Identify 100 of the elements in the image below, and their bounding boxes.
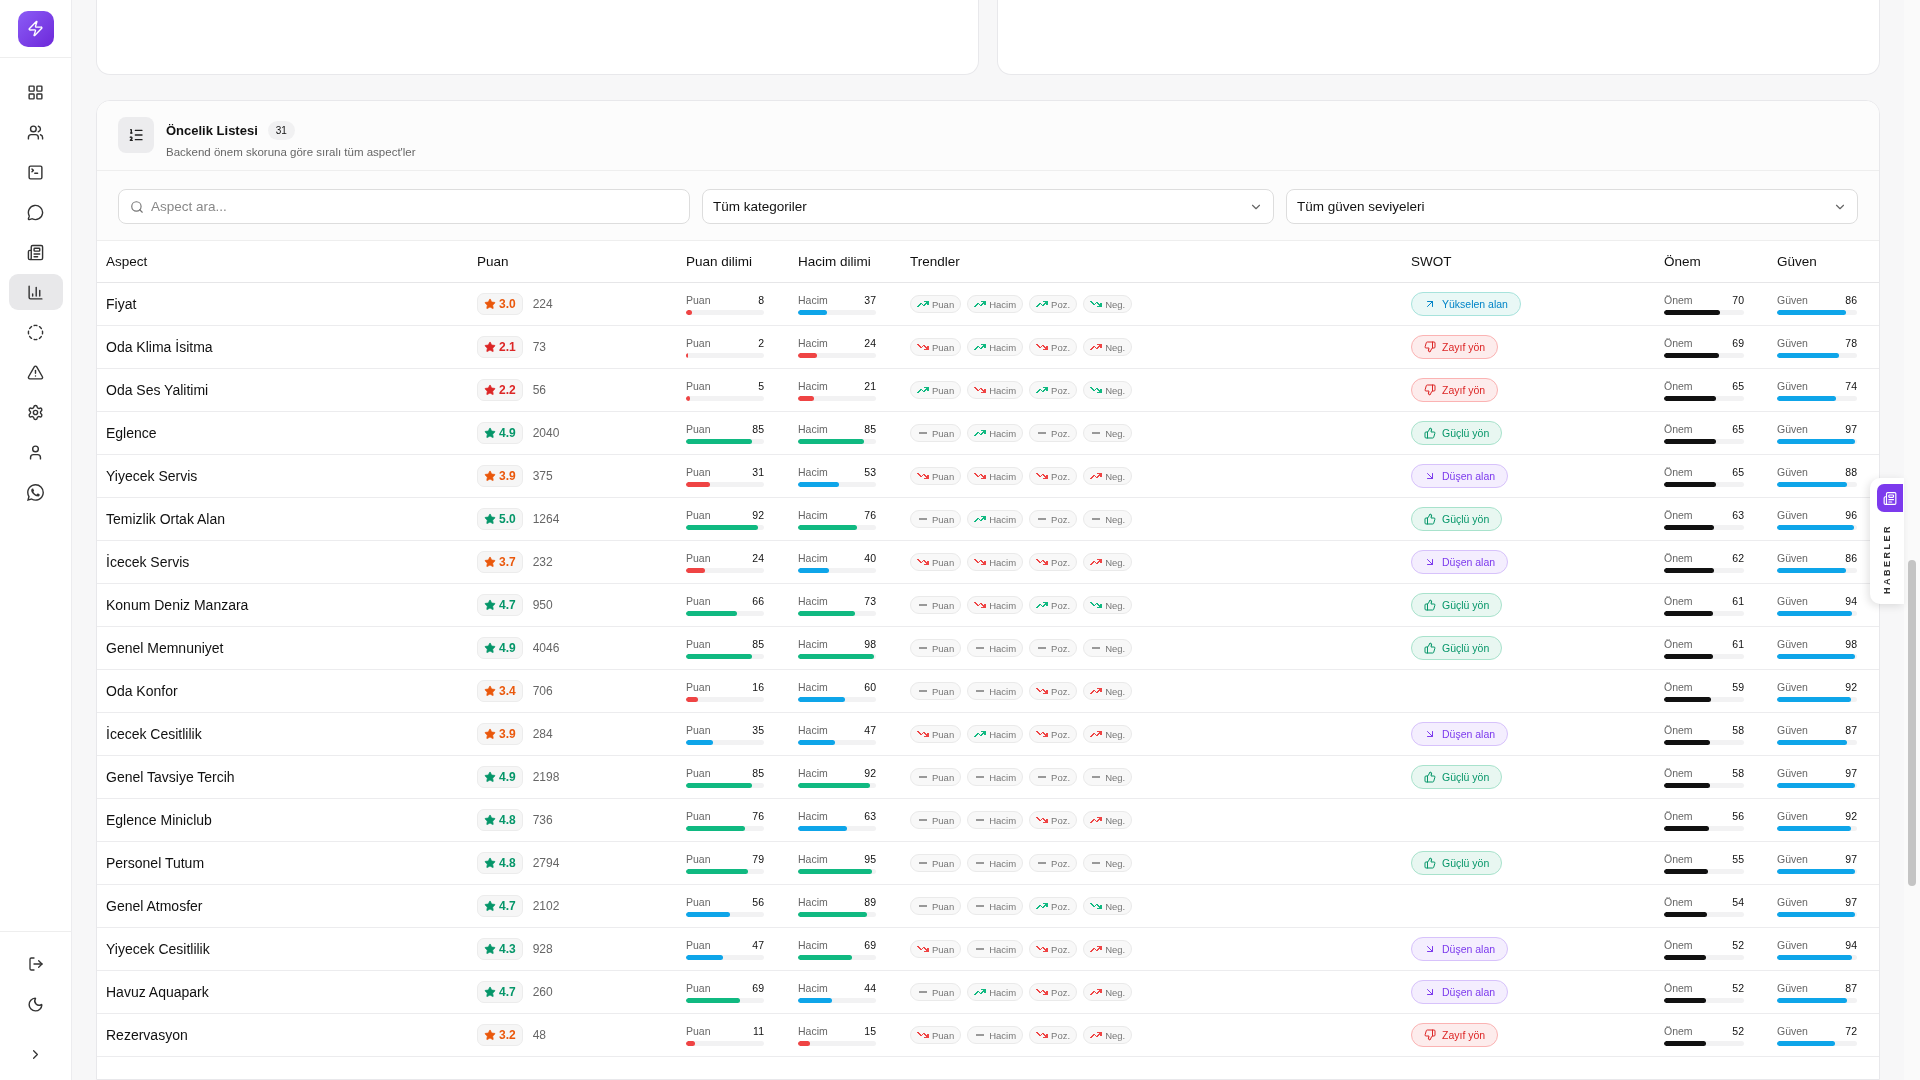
- importance-meter-label: Önem: [1664, 895, 1693, 908]
- aspect-name: Genel Atmosfer: [106, 898, 204, 914]
- trend-chip: Puan: [910, 811, 962, 829]
- aspect-name: İcecek Cesitlilik: [106, 726, 203, 742]
- trend-chip: Poz.: [1029, 983, 1078, 1001]
- rating-badge: 5.0: [477, 508, 523, 530]
- confidence-meter-label: Güven: [1777, 766, 1808, 779]
- trend-chip: Hacim: [967, 338, 1024, 356]
- card-subtitle: Backend önem skoruna göre sıralı tüm aspect'ler: [166, 146, 416, 158]
- score-slice-label: Puan: [686, 465, 711, 478]
- newspaper-icon[interactable]: [1877, 484, 1903, 512]
- volume-slice-value: 21: [864, 379, 876, 392]
- score-slice-label: Puan: [686, 852, 711, 865]
- aspect-name: Oda Klima İsitma: [106, 339, 214, 355]
- rating-badge: 3.7: [477, 551, 523, 573]
- search-field[interactable]: Aspect ara...: [118, 189, 690, 224]
- importance-meter-value: 61: [1732, 594, 1744, 607]
- confidence-meter-value: 72: [1845, 1024, 1857, 1037]
- score-slice-value: 8: [758, 293, 764, 306]
- count-badge: 31: [267, 121, 295, 140]
- bar-chart-icon[interactable]: [8, 274, 63, 310]
- swot-badge: Zayıf yön: [1411, 1023, 1499, 1047]
- review-count: 706: [532, 684, 553, 698]
- rating-badge: 2.1: [477, 336, 523, 358]
- importance-meter-value: 65: [1732, 465, 1744, 478]
- score-slice-value: 16: [752, 680, 764, 693]
- importance-meter-label: Önem: [1664, 379, 1693, 392]
- confidence-meter-label: Güven: [1777, 551, 1808, 564]
- card-title: Öncelik Listesi: [166, 123, 258, 138]
- news-side-tab[interactable]: HABERLER: [1870, 478, 1904, 604]
- volume-slice-label: Hacim: [798, 379, 828, 392]
- filter-dropdown[interactable]: Tüm kategoriler: [702, 189, 1274, 224]
- review-count: 375: [532, 469, 553, 483]
- trend-chip: Hacim: [967, 553, 1024, 571]
- trend-chip: Puan: [910, 553, 962, 571]
- score-slice-label: Puan: [686, 422, 711, 435]
- scrollbar-thumb[interactable]: [1908, 560, 1916, 886]
- trend-chip: Poz.: [1029, 940, 1078, 958]
- trend-chip: Puan: [910, 768, 962, 786]
- trend-chip: Hacim: [967, 510, 1024, 528]
- importance-meter-label: Önem: [1664, 637, 1693, 650]
- trend-chip: Neg.: [1083, 1026, 1133, 1044]
- filter-dropdown[interactable]: Tüm güven seviyeleri: [1286, 189, 1858, 224]
- star-icon: [484, 642, 496, 654]
- importance-meter-value: 69: [1732, 336, 1744, 349]
- score-slice-label: Puan: [686, 723, 711, 736]
- column-header: SWOT: [1411, 254, 1453, 269]
- swot-badge: Düşen alan: [1411, 937, 1509, 961]
- volume-slice-value: 53: [864, 465, 876, 478]
- confidence-meter-value: 98: [1845, 637, 1857, 650]
- swot-badge: Zayıf yön: [1411, 378, 1499, 402]
- star-icon: [484, 1029, 496, 1041]
- importance-meter-label: Önem: [1664, 422, 1693, 435]
- review-count: 1264: [532, 512, 560, 526]
- volume-slice-value: 85: [864, 422, 876, 435]
- importance-meter-label: Önem: [1664, 852, 1693, 865]
- review-count: 2040: [532, 426, 560, 440]
- importance-meter-value: 52: [1732, 1024, 1744, 1037]
- review-count: 736: [532, 813, 553, 827]
- volume-slice-value: 63: [864, 809, 876, 822]
- score-slice-label: Puan: [686, 895, 711, 908]
- column-header: Puan: [477, 254, 510, 269]
- star-icon: [484, 599, 496, 611]
- volume-slice-value: 47: [864, 723, 876, 736]
- score-slice-value: 69: [752, 981, 764, 994]
- review-count: 2198: [532, 770, 560, 784]
- score-slice-label: Puan: [686, 293, 711, 306]
- aspect-name: Havuz Aquapark: [106, 984, 210, 1000]
- trend-chip: Puan: [910, 381, 962, 399]
- review-count: 56: [532, 383, 547, 397]
- trend-chip: Poz.: [1029, 467, 1078, 485]
- review-count: 48: [532, 1028, 547, 1042]
- rating-badge: 2.2: [477, 379, 523, 401]
- confidence-meter-label: Güven: [1777, 938, 1808, 951]
- aspect-name: Genel Tavsiye Tercih: [106, 769, 236, 785]
- importance-meter-value: 63: [1732, 508, 1744, 521]
- trend-chip: Neg.: [1083, 682, 1133, 700]
- swot-badge: Güçlü yön: [1411, 636, 1503, 660]
- swot-badge: Düşen alan: [1411, 980, 1509, 1004]
- logo-icon[interactable]: [17, 10, 54, 47]
- trend-chip: Puan: [910, 424, 962, 442]
- importance-meter-value: 61: [1732, 637, 1744, 650]
- list-icon: [118, 117, 154, 153]
- confidence-meter-value: 97: [1845, 852, 1857, 865]
- volume-slice-value: 76: [864, 508, 876, 521]
- trend-chip: Puan: [910, 510, 962, 528]
- rating-badge: 4.7: [477, 594, 523, 616]
- review-count: 284: [532, 727, 553, 741]
- importance-meter-label: Önem: [1664, 293, 1693, 306]
- trend-chip: Puan: [910, 639, 962, 657]
- score-slice-label: Puan: [686, 508, 711, 521]
- thumbs-up-icon: [1424, 857, 1436, 869]
- trend-chip: Puan: [910, 467, 962, 485]
- importance-meter-value: 52: [1732, 981, 1744, 994]
- trend-chip: Neg.: [1083, 639, 1133, 657]
- review-count: 260: [532, 985, 553, 999]
- trend-chip: Neg.: [1083, 768, 1133, 786]
- rating-badge: 3.9: [477, 465, 523, 487]
- trend-chip: Poz.: [1029, 1026, 1078, 1044]
- trend-chip: Puan: [910, 725, 962, 743]
